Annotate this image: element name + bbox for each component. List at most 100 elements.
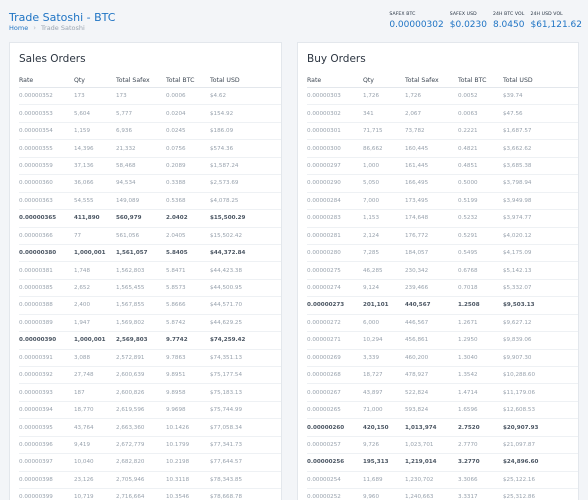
total-usd-cell: $2,573.69 <box>210 180 239 187</box>
table-row[interactable]: 0.00000355 14,396 21,332 0.0756 $574.36 <box>19 140 281 158</box>
table-row[interactable]: 0.00000366 77 561,056 2.0405 $15,502.42 <box>19 228 281 245</box>
table-row[interactable]: 0.00000398 23,126 2,705,946 10.3118 $78,343.… <box>19 472 281 490</box>
total-btc-cell: 3.3317 <box>458 494 478 500</box>
table-row[interactable]: 0.00000283 1,153 174,648 0.5232 $3,974.77 <box>307 210 578 228</box>
rate-cell: 0.00000283 <box>307 215 341 222</box>
table-row[interactable]: 0.00000359 37,136 58,468 0.2089 $1,587.24 <box>19 158 281 176</box>
table-row[interactable]: 0.00000399 10,719 2,716,664 10.3546 $78,668.… <box>19 489 281 500</box>
total-safex-cell: 2,600,826 <box>116 389 145 396</box>
table-row[interactable]: 0.00000267 43,897 522,824 1.4714 $11,179.06 <box>307 384 578 402</box>
total-btc-cell: 9.7863 <box>166 354 186 361</box>
rate-cell: 0.00000267 <box>307 389 341 396</box>
rate-cell: 0.00000391 <box>19 354 53 361</box>
total-usd-cell: $11,179.06 <box>503 389 536 396</box>
total-btc-cell: 3.3066 <box>458 476 478 483</box>
breadcrumb-current: Trade Satoshi <box>41 24 85 32</box>
total-btc-cell: 0.5232 <box>458 215 478 222</box>
table-row[interactable]: 0.00000380 1,000,001 1,561,057 5.8405 $44,37… <box>19 245 281 263</box>
table-row[interactable]: 0.00000254 11,689 1,230,702 3.3066 $25,122.1… <box>307 472 578 490</box>
breadcrumb-home-link[interactable]: Home <box>9 24 28 32</box>
total-safex-cell: 460,200 <box>405 354 429 361</box>
qty-cell: 1,000 <box>363 162 380 169</box>
table-row[interactable]: 0.00000352 173 173 0.0006 $4.62 <box>19 88 281 106</box>
total-safex-cell: 161,445 <box>405 162 429 169</box>
table-row[interactable]: 0.00000388 2,400 1,567,855 5.8666 $44,571.70 <box>19 297 281 315</box>
rate-cell: 0.00000274 <box>307 285 341 292</box>
table-row[interactable]: 0.00000252 9,960 1,240,663 3.3317 $25,312.86 <box>307 489 578 500</box>
total-usd-cell: $20,907.93 <box>503 424 539 431</box>
table-row[interactable]: 0.00000302 341 2,067 0.0063 $47.56 <box>307 105 578 123</box>
table-row[interactable]: 0.00000297 1,000 161,445 0.4851 $3,685.38 <box>307 158 578 176</box>
total-safex-cell: 1,565,455 <box>116 285 145 292</box>
total-btc-cell: 1.3542 <box>458 372 478 379</box>
total-usd-cell: $44,571.70 <box>210 302 243 309</box>
total-usd-cell: $78,343.85 <box>210 476 243 483</box>
table-row[interactable]: 0.00000275 46,285 230,342 0.6768 $5,142.13 <box>307 262 578 280</box>
table-row[interactable]: 0.00000381 1,748 1,562,803 5.8471 $44,423.38 <box>19 262 281 280</box>
table-row[interactable]: 0.00000268 18,727 478,927 1.3542 $10,288.60 <box>307 367 578 385</box>
table-row[interactable]: 0.00000390 1,000,001 2,569,803 9.7742 $74,25… <box>19 332 281 350</box>
table-row[interactable]: 0.00000257 9,726 1,023,701 2.7770 $21,097.87 <box>307 437 578 455</box>
total-safex-cell: 73,782 <box>405 128 425 135</box>
table-row[interactable]: 0.00000392 27,748 2,600,639 9.8951 $75,177.5… <box>19 367 281 385</box>
stat-label: 24H BTC VOL <box>492 12 525 17</box>
column-header-total-btc: Total BTC <box>166 77 195 84</box>
breadcrumb-separator-icon: › <box>33 24 37 32</box>
table-row[interactable]: 0.00000395 43,764 2,663,360 10.1426 $77,058.… <box>19 419 281 437</box>
qty-cell: 46,285 <box>363 267 383 274</box>
total-btc-cell: 10.1426 <box>166 424 190 431</box>
qty-cell: 10,040 <box>74 459 94 466</box>
total-usd-cell: $75,177.54 <box>210 372 243 379</box>
table-row[interactable]: 0.00000301 71,715 73,782 0.2221 $1,687.57 <box>307 123 578 141</box>
table-row[interactable]: 0.00000300 86,662 160,445 0.4821 $3,662.62 <box>307 140 578 158</box>
table-row[interactable]: 0.00000269 3,339 460,200 1.3040 $9,907.30 <box>307 350 578 367</box>
buy-orders-panel: Buy Orders Rate Qty Total Safex Total BT… <box>297 42 579 500</box>
table-row[interactable]: 0.00000385 2,652 1,565,455 5.8573 $44,500.95 <box>19 280 281 298</box>
table-row[interactable]: 0.00000354 1,159 6,936 0.0245 $186.09 <box>19 123 281 141</box>
stat-value: 8.0450 <box>492 20 525 30</box>
table-row[interactable]: 0.00000303 1,726 1,726 0.0052 $39.74 <box>307 88 578 106</box>
table-row[interactable]: 0.00000260 420,150 1,013,974 2.7520 $20,907.… <box>307 419 578 437</box>
table-row[interactable]: 0.00000360 36,066 94,534 0.3388 $2,573.69 <box>19 175 281 193</box>
table-row[interactable]: 0.00000272 6,000 446,567 1.2671 $9,627.12 <box>307 315 578 333</box>
table-row[interactable]: 0.00000280 7,285 184,057 0.5495 $4,175.09 <box>307 245 578 263</box>
column-header-total-safex: Total Safex <box>116 77 150 84</box>
total-safex-cell: 173 <box>116 93 127 100</box>
total-btc-cell: 0.5000 <box>458 180 478 187</box>
table-row[interactable]: 0.00000265 71,000 593,824 1.6596 $12,608.53 <box>307 402 578 420</box>
total-btc-cell: 5.8742 <box>166 319 186 326</box>
table-row[interactable]: 0.00000391 3,088 2,572,891 9.7863 $74,351.13 <box>19 350 281 367</box>
total-btc-cell: 5.8573 <box>166 285 186 292</box>
table-row[interactable]: 0.00000271 10,294 456,861 1.2950 $9,839.06 <box>307 332 578 350</box>
total-safex-cell: 522,824 <box>405 389 429 396</box>
qty-cell: 71,000 <box>363 407 383 414</box>
total-safex-cell: 478,927 <box>405 372 429 379</box>
total-usd-cell: $9,627.12 <box>503 319 532 326</box>
table-row[interactable]: 0.00000394 18,770 2,619,596 9.9698 $75,744.9… <box>19 402 281 420</box>
table-row[interactable]: 0.00000274 9,124 239,466 0.7018 $5,332.07 <box>307 280 578 298</box>
table-row[interactable]: 0.00000397 10,040 2,682,820 10.2198 $77,644.… <box>19 454 281 472</box>
qty-cell: 18,727 <box>363 372 383 379</box>
total-safex-cell: 2,619,596 <box>116 407 145 414</box>
table-row[interactable]: 0.00000365 411,890 560,979 2.0402 $15,500.29 <box>19 210 281 228</box>
table-row[interactable]: 0.00000256 195,313 1,219,014 3.2770 $24,896.… <box>307 454 578 472</box>
table-row[interactable]: 0.00000396 9,419 2,672,779 10.1799 $77,341.7… <box>19 437 281 455</box>
total-safex-cell: 184,057 <box>405 250 429 257</box>
table-row[interactable]: 0.00000284 7,000 173,495 0.5199 $3,949.98 <box>307 193 578 211</box>
table-row[interactable]: 0.00000389 1,947 1,569,802 5.8742 $44,629.25 <box>19 315 281 333</box>
qty-cell: 7,000 <box>363 197 380 204</box>
table-row[interactable]: 0.00000393 187 2,600,826 9.8958 $75,183.13 <box>19 384 281 402</box>
table-row[interactable]: 0.00000363 54,555 149,089 0.5368 $4,078.25 <box>19 193 281 211</box>
total-safex-cell: 1,230,702 <box>405 476 434 483</box>
total-safex-cell: 166,495 <box>405 180 429 187</box>
total-safex-cell: 561,056 <box>116 232 140 239</box>
table-row[interactable]: 0.00000281 2,124 176,772 0.5291 $4,020.12 <box>307 228 578 245</box>
total-btc-cell: 1.2950 <box>458 337 478 344</box>
total-btc-cell: 0.2089 <box>166 162 186 169</box>
total-btc-cell: 0.0756 <box>166 145 186 152</box>
qty-cell: 1,000,001 <box>74 250 106 257</box>
table-row[interactable]: 0.00000353 5,604 5,777 0.0204 $154.92 <box>19 105 281 123</box>
table-row[interactable]: 0.00000290 5,050 166,495 0.5000 $3,798.94 <box>307 175 578 193</box>
rate-cell: 0.00000300 <box>307 145 341 152</box>
table-row[interactable]: 0.00000273 201,101 440,567 1.2508 $9,503.13 <box>307 297 578 315</box>
